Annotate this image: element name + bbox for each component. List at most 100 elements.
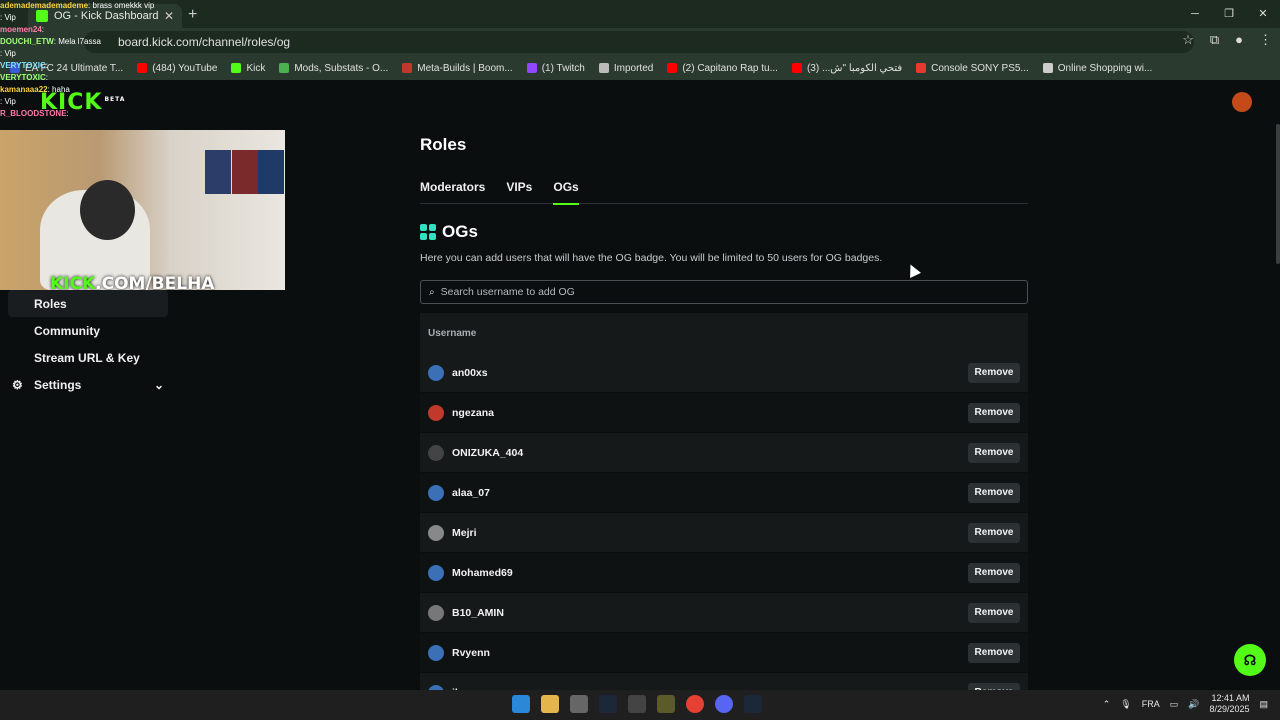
app-icon[interactable] xyxy=(657,695,675,713)
username: Mohamed69 xyxy=(452,566,513,579)
store-icon[interactable] xyxy=(570,695,588,713)
chat-text: : xyxy=(66,109,69,118)
search-placeholder: Search username to add OG xyxy=(440,286,575,298)
windows-taskbar: ⌃ 🎙 FRA ▭ 🔊 12:41 AM 8/29/2025 ▤ xyxy=(0,690,1280,720)
chrome-icon[interactable] xyxy=(686,695,704,713)
discord-icon[interactable] xyxy=(715,695,733,713)
minimize-icon[interactable]: ─ xyxy=(1178,0,1212,28)
sidebar-item-settings[interactable]: ⚙ Settings ⌄ xyxy=(8,371,168,398)
search-icon: ⌕ xyxy=(429,286,435,298)
chat-message: VERYTOXIC: xyxy=(0,72,200,84)
start-icon[interactable] xyxy=(512,695,530,713)
remove-button[interactable]: Remove xyxy=(968,402,1020,423)
chat-username: DOUCHI_ETW xyxy=(0,37,54,46)
clock-time: 12:41 AM xyxy=(1211,693,1250,703)
gear-icon: ⚙ xyxy=(12,377,23,392)
close-window-icon[interactable]: ✕ xyxy=(1246,0,1280,28)
tab-ogs[interactable]: OGs xyxy=(553,180,580,205)
remove-button[interactable]: Remove xyxy=(968,602,1020,623)
page-scrollbar[interactable] xyxy=(1276,124,1280,264)
chat-overlay: ademademademademe: brass omekkk vip: Vip… xyxy=(0,0,200,120)
bookmark-item[interactable]: (2) Capitano Rap tu... xyxy=(667,63,778,74)
user-avatar xyxy=(428,524,444,541)
volume-icon[interactable]: 🔊 xyxy=(1188,699,1199,710)
table-row: ngezana Remove xyxy=(420,393,1028,433)
bookmark-item[interactable]: فتحي الكومبا "ش... (3) xyxy=(791,63,902,74)
system-tray: ⌃ 🎙 FRA ▭ 🔊 12:41 AM 8/29/2025 ▤ xyxy=(1103,693,1268,715)
bookmark-item[interactable]: (1) Twitch xyxy=(526,63,585,74)
steam-icon[interactable] xyxy=(744,695,762,713)
bookmark-item[interactable]: Kick xyxy=(231,63,265,74)
profile-icon[interactable]: ● xyxy=(1235,32,1243,48)
bookmark-label: Online Shopping wi... xyxy=(1057,62,1153,74)
chat-text: : Mela l7assa xyxy=(53,37,101,46)
wall-poster xyxy=(232,150,258,194)
remove-button[interactable]: Remove xyxy=(968,362,1020,383)
steam-icon[interactable] xyxy=(599,695,617,713)
chat-username: R_BLOODSTONE xyxy=(0,109,67,118)
sidebar-item-roles[interactable]: Roles xyxy=(8,290,168,317)
clock-date: 8/29/2025 xyxy=(1209,704,1250,714)
help-chat-button[interactable]: ☊ xyxy=(1234,644,1266,676)
address-bar[interactable]: board.kick.com/channel/roles/og xyxy=(84,31,1194,53)
restore-icon[interactable]: ❐ xyxy=(1212,0,1246,28)
chat-message: VERYTOXIC: xyxy=(0,60,200,72)
bookmark-item[interactable]: Mods, Substats - O... xyxy=(279,63,388,74)
username: ONIZUKA_404 xyxy=(452,446,524,459)
chevron-up-icon[interactable]: ⌃ xyxy=(1103,699,1111,710)
bookmark-favicon-icon xyxy=(667,63,678,73)
menu-icon[interactable]: ⋮ xyxy=(1259,32,1272,48)
file-explorer-icon[interactable] xyxy=(541,695,559,713)
section-heading: OGs xyxy=(420,222,1028,242)
clock[interactable]: 12:41 AM 8/29/2025 xyxy=(1209,693,1249,715)
extensions-icon[interactable]: ⧉ xyxy=(1210,32,1219,48)
bookmark-label: (2) Capitano Rap tu... xyxy=(682,62,778,74)
chat-username: VERYTOXIC xyxy=(0,73,46,82)
language-indicator[interactable]: FRA xyxy=(1142,699,1160,709)
table-row: Mejri Remove xyxy=(420,513,1028,553)
network-icon[interactable]: ▭ xyxy=(1170,699,1179,710)
user-avatar xyxy=(428,564,444,581)
chat-username: ademademademademe xyxy=(0,1,89,10)
bookmark-favicon-icon xyxy=(1042,63,1053,73)
table-row: alaa_07 Remove xyxy=(420,473,1028,513)
sidebar-item-community[interactable]: Community xyxy=(8,317,168,344)
tab-vips[interactable]: VIPs xyxy=(506,180,532,204)
chat-text: : Vip xyxy=(0,49,16,58)
bookmark-item[interactable]: Console SONY PS5... xyxy=(916,63,1029,74)
og-table: Username an00xs Remove ngezana Remove ONIZUK… xyxy=(420,313,1028,713)
toolbar-icons: ☆ ⧉ ● ⋮ xyxy=(1182,32,1272,48)
og-search-input[interactable]: ⌕ Search username to add OG xyxy=(420,280,1028,304)
username: Mejri xyxy=(452,526,477,539)
role-tabs: Moderators VIPs OGs xyxy=(420,180,1028,205)
table-row: ONIZUKA_404 Remove xyxy=(420,433,1028,473)
window-controls: ─ ❐ ✕ xyxy=(1178,0,1280,28)
chat-message: R_BLOODSTONE: xyxy=(0,108,200,120)
chat-text: : Vip xyxy=(0,13,16,22)
user-avatar[interactable] xyxy=(1232,92,1252,112)
user-avatar xyxy=(428,484,444,501)
remove-button[interactable]: Remove xyxy=(968,642,1020,663)
chat-text: : haha xyxy=(47,85,70,94)
remove-button[interactable]: Remove xyxy=(968,522,1020,543)
og-description: Here you can add users that will have th… xyxy=(420,252,883,264)
remove-button[interactable]: Remove xyxy=(968,562,1020,583)
remove-button[interactable]: Remove xyxy=(968,482,1020,503)
sidebar-item-stream-url[interactable]: Stream URL & Key xyxy=(8,344,168,371)
bookmark-label: Kick xyxy=(246,62,266,74)
bookmark-item[interactable]: Imported xyxy=(598,63,653,74)
notification-icon[interactable]: ▤ xyxy=(1259,699,1268,710)
user-avatar xyxy=(428,404,444,421)
wall-poster xyxy=(258,150,284,194)
bookmark-star-icon[interactable]: ☆ xyxy=(1182,32,1194,48)
user-avatar xyxy=(428,364,444,381)
microphone-icon[interactable]: 🎙 xyxy=(1120,699,1131,710)
bookmark-item[interactable]: Meta-Builds | Boom... xyxy=(402,63,513,74)
tab-moderators[interactable]: Moderators xyxy=(420,180,485,204)
remove-button[interactable]: Remove xyxy=(968,442,1020,463)
app-icon[interactable] xyxy=(628,695,646,713)
bookmark-favicon-icon xyxy=(916,63,927,73)
bookmark-item[interactable]: Online Shopping wi... xyxy=(1042,62,1153,74)
chat-message: DOUCHI_ETW: Mela l7assa xyxy=(0,36,200,48)
username: alaa_07 xyxy=(452,486,490,499)
